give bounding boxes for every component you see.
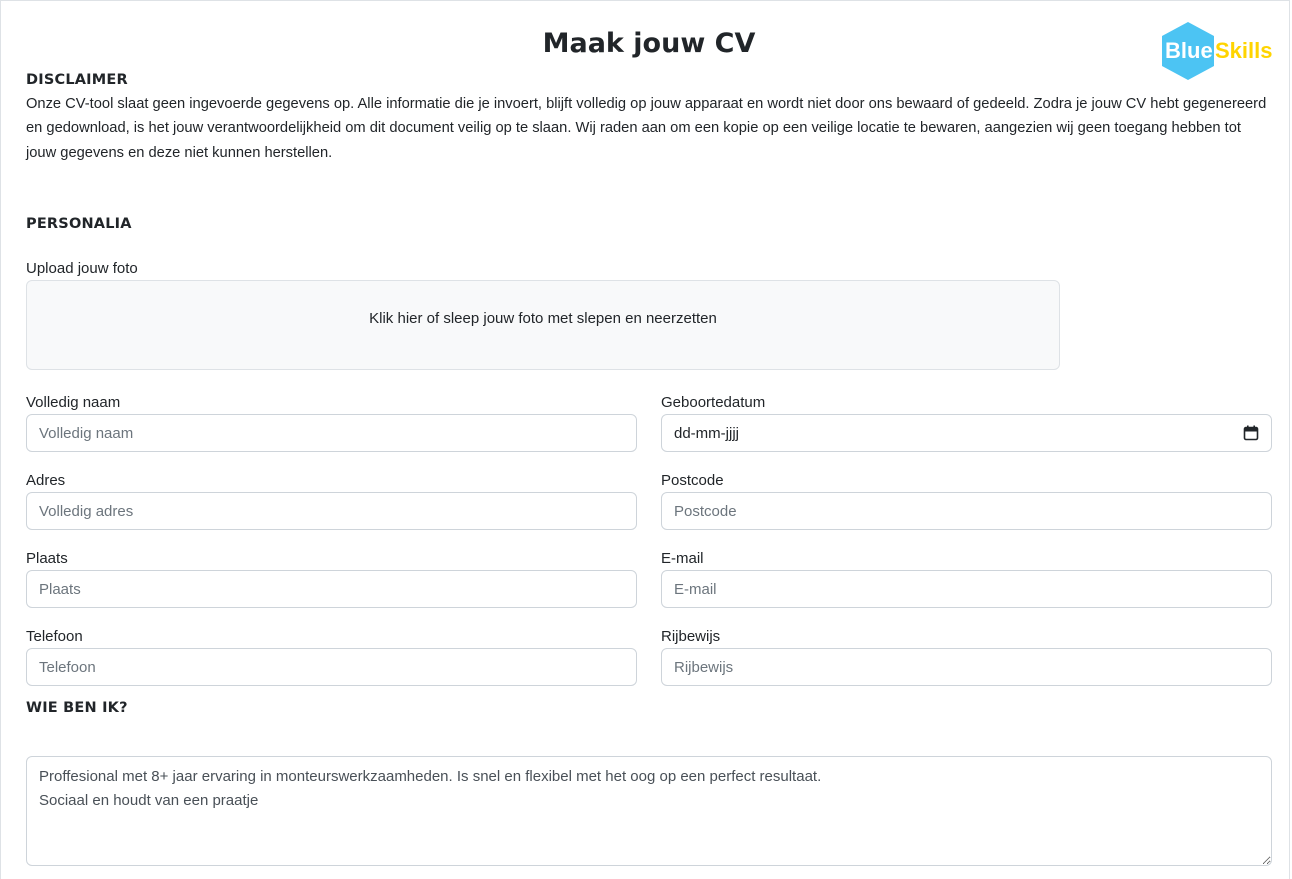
phone-label: Telefoon [26, 628, 83, 645]
name-input[interactable] [26, 414, 637, 452]
address-input[interactable] [26, 492, 637, 530]
postcode-input[interactable] [661, 492, 1272, 530]
about-heading: WIE BEN IK? [26, 700, 128, 716]
logo-text-skills: Skills [1215, 38, 1272, 63]
name-label: Volledig naam [26, 394, 121, 411]
blueskills-logo: Blue Skills [1160, 20, 1280, 84]
email-label: E-mail [661, 550, 704, 567]
calendar-icon[interactable] [1243, 425, 1259, 441]
birthdate-value: dd-mm-jjjj [674, 424, 739, 442]
photo-dropzone-prompt: Klik hier of sleep jouw foto met slepen … [369, 309, 717, 327]
upload-photo-label: Upload jouw foto [26, 260, 138, 277]
birthdate-label: Geboortedatum [661, 394, 766, 411]
disclaimer-heading: DISCLAIMER [26, 72, 128, 88]
city-label: Plaats [26, 550, 68, 567]
birthdate-input[interactable]: dd-mm-jjjj [661, 414, 1272, 452]
email-input[interactable] [661, 570, 1272, 608]
postcode-label: Postcode [661, 472, 724, 489]
license-label: Rijbewijs [661, 628, 721, 645]
phone-input[interactable] [26, 648, 637, 686]
logo-text-blue: Blue [1165, 38, 1213, 63]
about-textarea[interactable] [26, 756, 1272, 866]
page-title: Maak jouw CV [542, 28, 756, 59]
license-input[interactable] [661, 648, 1272, 686]
city-input[interactable] [26, 570, 637, 608]
disclaimer-text: Onze CV-tool slaat geen ingevoerde gegev… [26, 96, 1267, 161]
photo-dropzone[interactable]: Klik hier of sleep jouw foto met slepen … [26, 280, 1060, 370]
address-label: Adres [26, 472, 66, 489]
personalia-heading: PERSONALIA [26, 216, 132, 232]
